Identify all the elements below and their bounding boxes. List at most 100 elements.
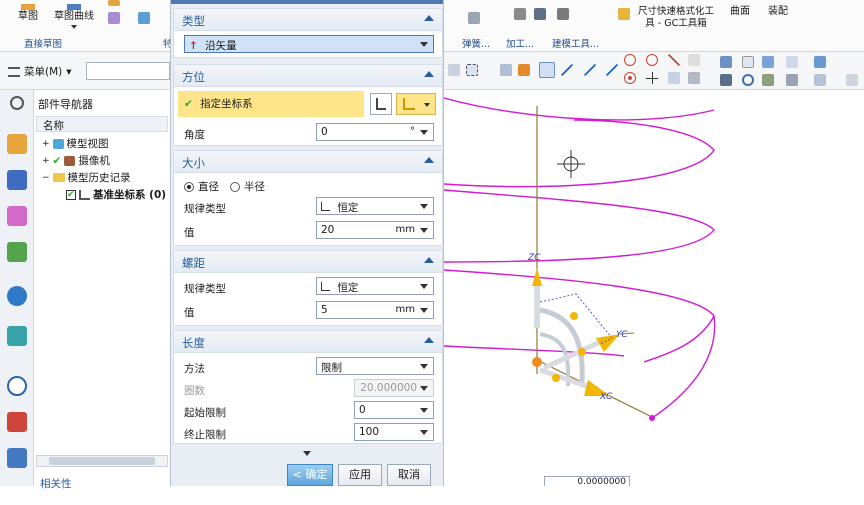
center-point-icon[interactable] — [624, 72, 636, 84]
gear-icon[interactable] — [557, 8, 569, 20]
angle-input[interactable]: 0 ° — [316, 123, 434, 141]
length-section-header[interactable]: 长度 — [174, 331, 442, 353]
type-dropdown[interactable]: ↑ 沿矢量 — [184, 35, 434, 53]
block-icon[interactable] — [138, 12, 150, 24]
name-column-header[interactable]: 名称 — [36, 116, 168, 132]
size-law-type-dropdown[interactable]: 恒定 — [316, 197, 434, 215]
view-orient-icon[interactable] — [814, 74, 826, 86]
camera-icon[interactable] — [720, 74, 732, 86]
face-icon[interactable] — [518, 64, 530, 76]
dependencies-panel-label[interactable]: 相关性 — [40, 476, 72, 491]
assembly-navigator-icon[interactable] — [7, 170, 27, 190]
checkbox[interactable]: ✔ — [66, 189, 76, 200]
trim-icon[interactable] — [468, 12, 480, 24]
horizontal-scrollbar[interactable] — [36, 455, 168, 467]
rectangle-select-icon[interactable] — [466, 64, 478, 76]
tree-item-datum-csys[interactable]: ✔ 基准坐标系 (0) — [66, 187, 166, 202]
csys-type-button[interactable] — [396, 93, 436, 115]
viewport-canvas[interactable] — [444, 90, 864, 486]
zoom-icon[interactable] — [742, 56, 754, 68]
layer-icon[interactable] — [786, 56, 798, 68]
helix-turn[interactable] — [444, 119, 715, 188]
end-limit-input[interactable]: 100 — [354, 423, 434, 441]
tree-item-camera[interactable]: + ✔ 摄像机 — [42, 153, 110, 168]
fit-view-icon[interactable] — [720, 56, 732, 68]
scrollbar-thumb[interactable] — [49, 457, 155, 465]
feature-icon[interactable] — [108, 0, 120, 6]
gear-icon[interactable] — [10, 96, 24, 110]
part-navigator-icon[interactable] — [7, 134, 27, 154]
more-options-toggle[interactable] — [303, 451, 311, 456]
radius-radio[interactable]: 半径 — [230, 179, 265, 194]
point-snap-icon[interactable] — [539, 62, 555, 78]
cancel-button[interactable]: 取消 — [387, 464, 431, 486]
ok-button[interactable]: < 确定 > — [287, 464, 333, 501]
clock-icon[interactable] — [7, 376, 27, 396]
more-icon[interactable] — [846, 74, 858, 86]
sketch-button[interactable]: 草图 — [10, 4, 46, 23]
refresh-icon[interactable] — [742, 74, 754, 86]
curve-snap-icon[interactable] — [584, 64, 596, 76]
history-icon[interactable] — [7, 326, 27, 346]
helix-end-point[interactable] — [649, 415, 655, 421]
arc-center-icon[interactable] — [624, 54, 636, 66]
render-style-icon[interactable] — [762, 74, 774, 86]
apply-button[interactable]: 应用 — [338, 464, 382, 486]
tangent-icon[interactable] — [668, 72, 680, 84]
helix-turn[interactable] — [444, 345, 625, 357]
reuse-library-icon[interactable] — [7, 242, 27, 262]
spring-icon[interactable] — [514, 8, 526, 20]
quadrant-icon[interactable] — [668, 54, 680, 66]
selection-filter-icon[interactable] — [448, 64, 460, 76]
intersection-icon[interactable] — [646, 72, 658, 84]
type-section-header[interactable]: 类型 — [174, 9, 442, 31]
size-value-input[interactable]: 20 mm — [316, 221, 434, 239]
pitch-section-header[interactable]: 螺距 — [174, 251, 442, 273]
cube-icon[interactable] — [814, 56, 826, 68]
graphics-viewport[interactable]: ZC YC XC 0.0000000 — [444, 90, 864, 486]
pitch-value-input[interactable]: 5 mm — [316, 301, 434, 319]
end-point-icon[interactable] — [606, 64, 618, 76]
grid-icon[interactable] — [688, 72, 700, 84]
size-section-header[interactable]: 大小 — [174, 151, 442, 173]
assembly-button[interactable]: 装配 — [762, 6, 794, 18]
tree-item-model-history[interactable]: − 模型历史记录 — [42, 170, 131, 185]
specify-csys-row[interactable]: ✔ 指定坐标系 — [178, 91, 364, 117]
expand-icon[interactable]: + — [42, 156, 50, 166]
orientation-section-header[interactable]: 方位 — [174, 65, 442, 87]
rotation-handle[interactable] — [552, 374, 560, 382]
control-point-icon[interactable] — [688, 54, 700, 66]
display-icon[interactable] — [786, 74, 798, 86]
palette-icon[interactable] — [7, 412, 27, 432]
circle-icon[interactable] — [646, 54, 658, 66]
sketch-curve-button[interactable]: 草图曲线 — [50, 4, 98, 29]
helix-turn[interactable] — [651, 315, 716, 419]
coordinate-readout[interactable]: 0.0000000 — [544, 476, 630, 486]
expand-icon[interactable]: + — [42, 139, 50, 149]
pencil-icon[interactable] — [762, 56, 774, 68]
pitch-law-type-dropdown[interactable]: 恒定 — [316, 277, 434, 295]
z-axis-handle[interactable] — [534, 286, 540, 328]
csys-dialog-button[interactable] — [370, 93, 392, 115]
diameter-radio[interactable]: 直径 — [184, 179, 219, 194]
tool-icon[interactable] — [534, 8, 546, 20]
menu-button[interactable]: 菜单(M) ▾ — [8, 64, 72, 79]
solid-body-icon[interactable] — [500, 64, 512, 76]
dim-format-tool-button[interactable]: 尺寸快速格式化工具 - GC工具箱 — [635, 6, 717, 30]
helix-turn[interactable] — [444, 97, 715, 121]
command-finder-input[interactable] — [86, 62, 170, 80]
chevron-down-icon[interactable] — [71, 25, 77, 29]
constraint-navigator-icon[interactable] — [7, 206, 27, 226]
quick-dim-icon[interactable] — [618, 8, 630, 20]
method-dropdown[interactable]: 限制 — [316, 357, 434, 375]
collapse-icon[interactable]: − — [42, 173, 50, 183]
line-snap-icon[interactable] — [561, 64, 573, 76]
origin-handle[interactable] — [532, 357, 542, 367]
surface-button[interactable]: 曲面 — [724, 6, 756, 18]
rotation-handle[interactable] — [570, 312, 578, 320]
roles-icon[interactable] — [7, 448, 27, 468]
y-axis-handle[interactable] — [542, 339, 602, 371]
box-icon[interactable] — [108, 12, 120, 24]
rotation-handle[interactable] — [578, 348, 586, 356]
web-browser-icon[interactable] — [7, 286, 27, 306]
